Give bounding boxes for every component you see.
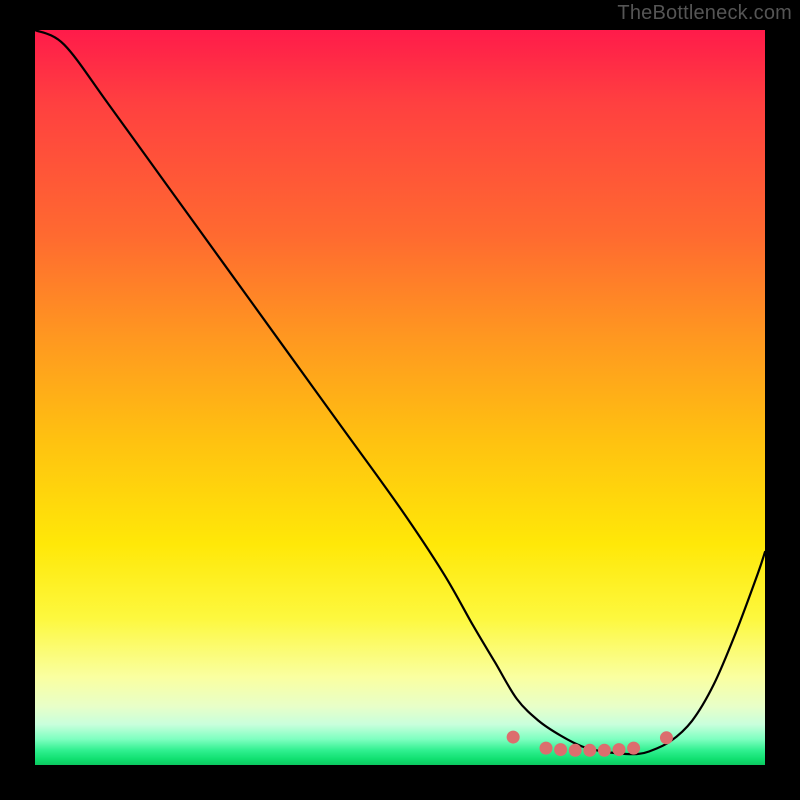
highlight-dot <box>540 742 553 755</box>
highlight-dot <box>507 731 520 744</box>
curve-svg <box>35 30 765 765</box>
highlight-dot <box>569 744 582 757</box>
highlight-dot <box>554 743 567 756</box>
bottleneck-curve-path <box>35 30 765 754</box>
highlight-dot <box>598 744 611 757</box>
highlight-dot <box>660 731 673 744</box>
highlight-dot <box>613 743 626 756</box>
highlight-dot <box>627 742 640 755</box>
highlight-dot <box>583 744 596 757</box>
watermark-text: TheBottleneck.com <box>617 2 792 25</box>
chart-stage: TheBottleneck.com <box>0 0 800 800</box>
plot-area <box>35 30 765 765</box>
